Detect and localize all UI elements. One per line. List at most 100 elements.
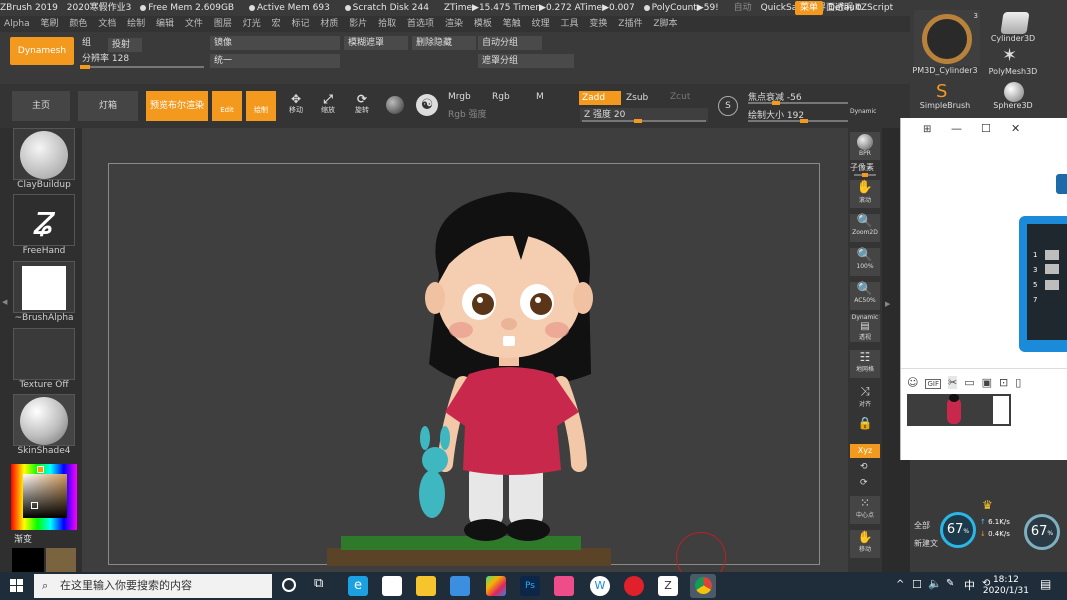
menu-item[interactable]: 工具 [561,19,579,29]
canvas-area[interactable] [82,128,848,582]
volume-icon[interactable]: 🔈 [928,577,942,590]
chat-window[interactable]: ⊞ — ☐ ✕ 1 3 5 7 ☺ GIF ✂ ▭ ▣ ⊡ ▯ [900,118,1067,460]
lock-button[interactable]: 🔒 [850,416,880,444]
rotate-y-icon[interactable]: ⟲ [860,462,868,472]
menu-item[interactable]: Z脚本 [653,19,677,29]
menu-item[interactable]: 纹理 [532,19,550,29]
m-toggle[interactable]: M [536,92,544,102]
pasted-screenshot[interactable] [907,394,1011,426]
brush-slot-alpha[interactable]: ~BrushAlpha [12,261,76,323]
brush-slot-claybuildup[interactable]: ClayBuildup [12,128,76,190]
group-toggle[interactable]: 组 [78,36,104,50]
menu-item[interactable]: 绘制 [127,19,145,29]
menu-item[interactable]: Alpha [4,19,30,29]
edge-icon[interactable]: e [348,576,368,596]
center-button[interactable]: ⁙ 中心点 [850,496,880,524]
folder-icon[interactable]: ▭ [964,376,974,389]
default-zscript[interactable]: DefaultZScript [828,0,893,16]
menu-item[interactable]: 影片 [349,19,367,29]
tool-name[interactable]: PolyMesh3D [978,67,1048,76]
notification-icon[interactable]: ▤ [1040,577,1051,591]
menu-item[interactable]: 灯光 [243,19,261,29]
zbrush-icon[interactable]: Z [658,576,678,596]
ime-indicator[interactable]: 中 [964,577,975,593]
cylinder3d-icon[interactable] [1000,12,1030,34]
tray-collapse-icon[interactable]: ◀ [2,298,8,308]
frame-button[interactable]: ⤨ 对齐 [850,384,880,412]
spotlight-icon[interactable]: S [718,96,738,116]
tray-show-hidden-icon[interactable]: ^ [896,579,904,590]
menu-item[interactable]: 模板 [474,19,492,29]
emoji-icon[interactable]: ☺ [907,376,918,389]
tool-name[interactable]: SimpleBrush [910,101,980,110]
menu-item[interactable]: 材质 [320,19,338,29]
shake-icon[interactable]: ▯ [1015,376,1021,389]
taskbar-search[interactable]: ⌕ 在这里输入你要搜索的内容 [34,574,272,598]
document-canvas[interactable] [108,163,821,566]
antialias-half-button[interactable]: 🔍 AC50% [850,282,880,310]
menu-item[interactable]: 文档 [98,19,116,29]
character-model[interactable] [109,164,821,566]
minimize-icon[interactable]: — [951,122,962,135]
file-explorer-icon[interactable] [416,576,436,596]
scale-tool[interactable]: ⤢ 缩放 [316,93,340,118]
lightbox-button[interactable]: 灯箱 [78,91,138,121]
menu-item[interactable]: 颜色 [69,19,87,29]
maximize-icon[interactable]: ☐ [981,122,991,135]
music-icon[interactable] [624,576,644,596]
perspective-button[interactable]: Dynamic ▤ 透视 [850,314,880,342]
play-icon[interactable] [486,576,506,596]
bpr-render-button[interactable]: 预览布尔渲染 [146,91,208,121]
move-tool[interactable]: ✥ 移动 [284,93,308,118]
image-message[interactable]: 1 3 5 7 [1019,216,1067,352]
cortana-icon[interactable] [282,578,296,592]
scroll-button[interactable]: ✋ 滚动 [850,180,880,208]
network-icon[interactable]: ☐ [912,578,922,591]
edit-button[interactable]: Edit [212,91,242,121]
mrgb-toggle[interactable]: Mrgb [448,92,471,102]
mask-group-button[interactable]: 遮罩分组 [478,54,574,68]
material-slot[interactable]: SkinShade4 [12,394,76,456]
menu-item[interactable]: 图层 [214,19,232,29]
pin-icon[interactable]: ⊞ [923,124,931,135]
simplebrush-s-icon[interactable]: S [936,82,958,102]
move-view-button[interactable]: ✋ 移动 [850,530,880,558]
chrome-icon-active[interactable] [690,574,716,598]
menu-item[interactable]: 拾取 [378,19,396,29]
dynamesh-button[interactable]: Dynamesh [10,37,74,65]
task-view-icon[interactable]: ⧉ [314,576,323,591]
zcut-toggle[interactable]: Zcut [670,92,690,102]
pen-icon[interactable]: ✎ [946,578,954,589]
picture-icon[interactable]: ▣ [982,376,992,389]
mail-icon[interactable] [382,576,402,596]
dynamic-toggle[interactable]: Dynamic [850,108,876,115]
app-w-icon[interactable]: W [590,576,610,596]
sphere3d-icon[interactable] [1004,82,1024,102]
menu-item[interactable]: 笔触 [503,19,521,29]
brush-slot-freehand[interactable]: ʑ FreeHand [12,194,76,256]
gif-icon[interactable]: GIF [925,379,941,389]
secondary-color-swatch[interactable] [12,548,44,572]
main-color-swatch[interactable] [46,548,76,572]
rgb-intensity-slider[interactable]: Rgb 强度 [448,108,576,122]
bpr-button[interactable]: BPR [850,132,880,160]
zsub-toggle[interactable]: Zsub [626,93,648,103]
home-button[interactable]: 主页 [12,91,70,121]
delete-hidden-button[interactable]: 删除隐藏 [412,36,476,50]
auto-group-button[interactable]: 自动分组 [478,36,542,50]
blur-mask-button[interactable]: 模糊遮罩 [344,36,408,50]
polymesh-star-icon[interactable]: ✶ [1002,46,1026,66]
draw-button[interactable]: 绘制 [246,91,276,121]
zoom2d-button[interactable]: 🔍 Zoom2D [850,214,880,242]
rotate-z-icon[interactable]: ⟳ [860,478,868,488]
unify-button[interactable]: 统一 [210,54,340,68]
store-icon[interactable] [450,576,470,596]
scissors-icon[interactable]: ✂ [947,376,958,389]
project-toggle[interactable]: 投射 [108,38,142,52]
actual-size-button[interactable]: 🔍 100% [850,248,880,276]
rgb-toggle[interactable]: Rgb [492,92,510,102]
xyz-rotate-button[interactable]: Xyz [850,444,880,458]
floor-button[interactable]: ☷ 地网格 [850,350,880,378]
app-icon[interactable] [554,576,574,596]
menu-item[interactable]: 渲染 [445,19,463,29]
